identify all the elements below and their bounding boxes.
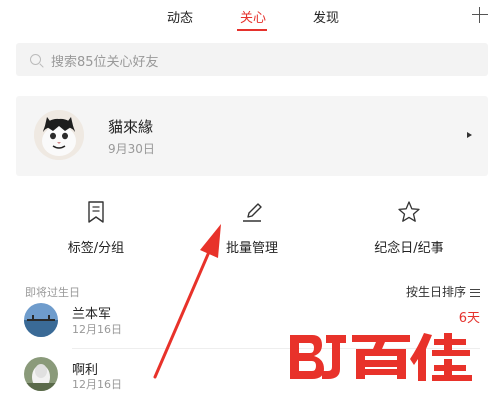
contact-card[interactable]: 貓來緣 9月30日 xyxy=(16,96,488,176)
anniversary-label: 纪念日/纪事 xyxy=(374,241,444,256)
avatar xyxy=(34,110,84,160)
active-tab-indicator xyxy=(237,29,267,31)
person-date: 12月16日 xyxy=(72,323,122,336)
contact-date: 9月30日 xyxy=(108,142,155,156)
anniversary-button[interactable]: 纪念日/纪事 xyxy=(349,200,469,256)
batch-manage-label: 批量管理 xyxy=(225,241,278,256)
section-title: 即将过生日 xyxy=(25,286,80,299)
menu-icon xyxy=(470,288,480,297)
pencil-icon xyxy=(243,203,262,222)
chevron-right-icon[interactable] xyxy=(467,132,472,138)
plus-icon[interactable] xyxy=(470,5,490,25)
person-date: 12月16日 xyxy=(72,378,122,391)
sort-button[interactable]: 按生日排序 xyxy=(406,283,480,300)
search-input[interactable]: 搜索85位关心好友 xyxy=(16,43,488,76)
tag-group-label: 标签/分组 xyxy=(67,241,125,256)
tab-dynamic[interactable]: 动态 xyxy=(167,7,193,26)
days-left-badge: 6天 xyxy=(458,311,480,326)
avatar xyxy=(24,357,58,391)
search-placeholder: 搜索85位关心好友 xyxy=(51,55,159,70)
batch-manage-button[interactable]: 批量管理 xyxy=(192,200,312,256)
star-icon xyxy=(398,201,420,222)
contact-name: 貓來緣 xyxy=(108,118,154,136)
tab-care[interactable]: 关心 xyxy=(240,7,266,26)
avatar xyxy=(24,303,58,337)
search-icon xyxy=(30,54,41,65)
tab-discover[interactable]: 发现 xyxy=(313,7,339,26)
bookmark-icon xyxy=(88,201,104,223)
tag-group-button[interactable]: 标签/分组 xyxy=(36,200,156,256)
sort-label: 按生日排序 xyxy=(405,285,466,299)
watermark-logo xyxy=(290,333,472,381)
person-name: 兰本军 xyxy=(72,307,112,322)
